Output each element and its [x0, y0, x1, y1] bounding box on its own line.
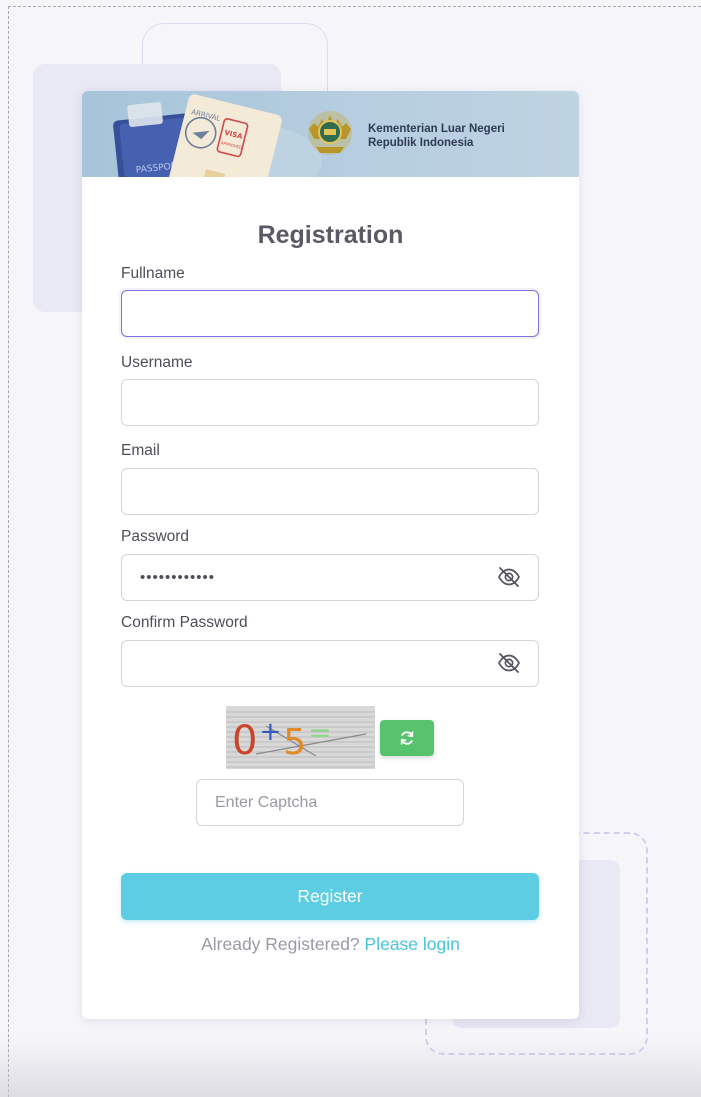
ministry-name-line2: Republik Indonesia — [368, 137, 474, 149]
username-input[interactable] — [121, 379, 539, 426]
captcha-char: + — [259, 717, 281, 747]
login-prompt: Already Registered? Please login — [82, 934, 579, 955]
captcha-input[interactable] — [196, 779, 464, 826]
captcha-image: 0+5= — [226, 706, 375, 769]
eye-off-icon[interactable] — [496, 652, 522, 674]
email-input[interactable] — [121, 468, 539, 515]
header-banner: PASSPORT ARRIVAL VISA APPROVED Kementeri… — [82, 91, 579, 177]
register-button[interactable]: Register — [121, 873, 539, 920]
email-label: Email — [121, 442, 160, 459]
refresh-captcha-button[interactable] — [380, 720, 434, 756]
registration-card: PASSPORT ARRIVAL VISA APPROVED Kementeri… — [82, 91, 579, 1019]
captcha-char: 5 — [283, 722, 306, 763]
page-title: Registration — [257, 221, 404, 249]
ministry-name-line1: Kementerian Luar Negeri — [368, 123, 505, 135]
username-label: Username — [121, 354, 193, 371]
password-input[interactable] — [121, 554, 539, 601]
bottom-shade — [0, 1037, 701, 1097]
captcha-char: = — [308, 716, 331, 749]
fullname-label: Fullname — [121, 265, 185, 282]
ministry-name: Kementerian Luar Negeri Republik Indones… — [368, 122, 505, 150]
captcha-char: 0 — [232, 718, 257, 764]
refresh-icon — [400, 731, 414, 745]
garuda-emblem-icon — [308, 111, 352, 155]
visa-document-icon: ARRIVAL VISA APPROVED — [168, 94, 282, 177]
confirm-password-label: Confirm Password — [121, 614, 248, 631]
login-link[interactable]: Please login — [365, 934, 460, 954]
already-registered-text: Already Registered? — [201, 934, 360, 954]
password-label: Password — [121, 528, 190, 545]
confirm-password-input[interactable] — [121, 640, 539, 687]
eye-off-icon[interactable] — [496, 566, 522, 588]
fullname-input[interactable] — [121, 290, 539, 337]
